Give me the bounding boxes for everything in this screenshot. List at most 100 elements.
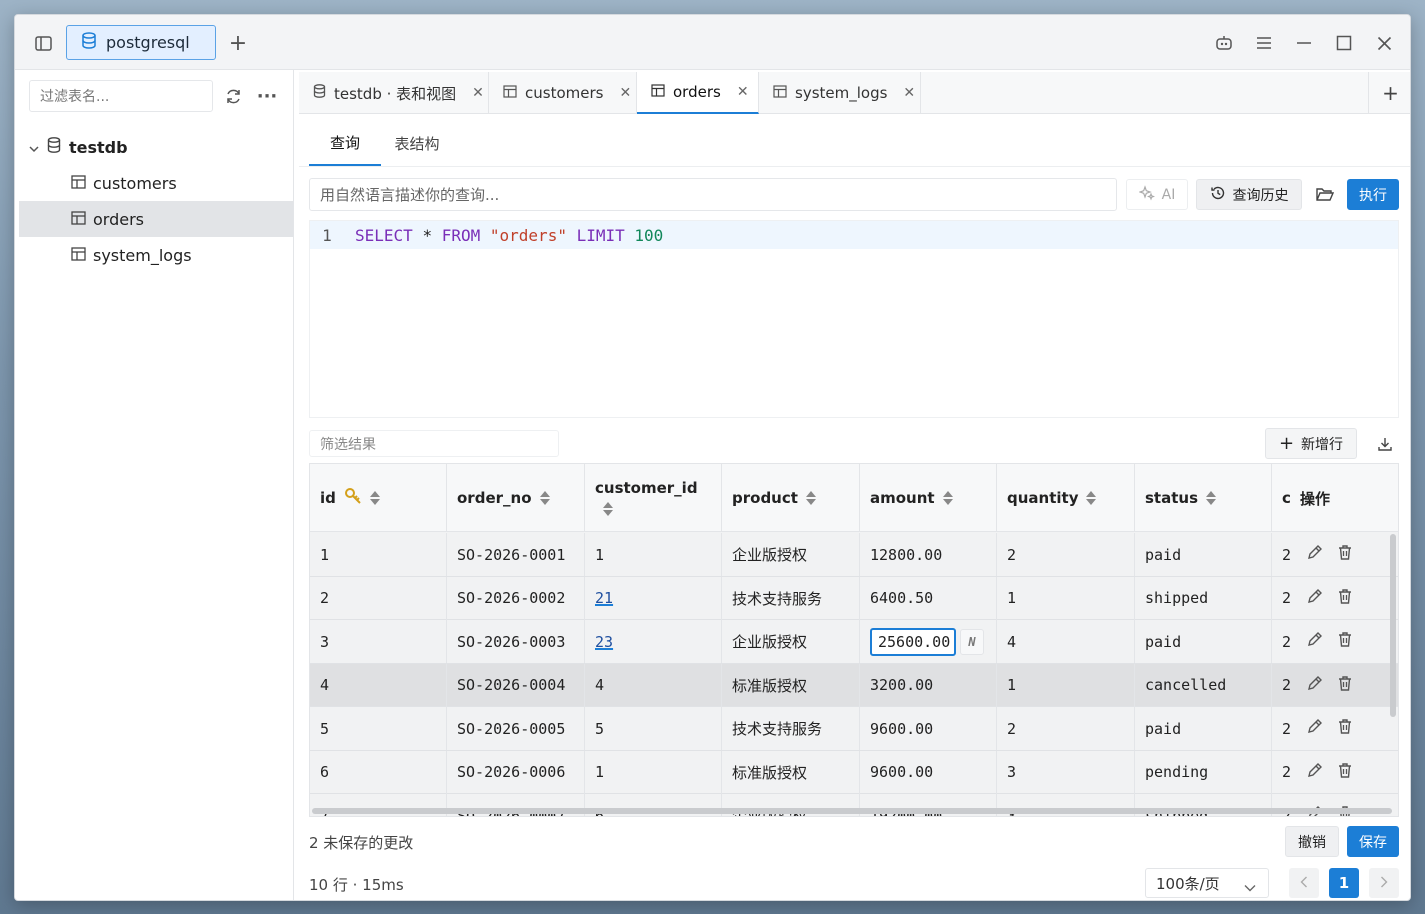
cell-product[interactable]: 企业版授权 [722, 533, 860, 576]
cell-amount[interactable]: 12800.00 [860, 533, 997, 576]
edit-icon[interactable] [1306, 631, 1323, 652]
cell-c[interactable]: 2 [1272, 533, 1290, 576]
sidebar-toggle-icon[interactable] [28, 28, 58, 58]
cell-product[interactable]: 企业版授权 [722, 620, 860, 663]
sort-icon[interactable] [1206, 490, 1216, 506]
cell-order-no[interactable]: SO-2026-0006 [447, 750, 585, 794]
close-tab-icon[interactable]: ✕ [619, 85, 631, 101]
tab-testdb-tables[interactable]: testdb · 表和视图 ✕ [299, 72, 489, 114]
trash-icon[interactable] [1337, 631, 1353, 652]
cell-product[interactable]: 技术支持服务 [722, 576, 860, 620]
sort-icon[interactable] [603, 501, 613, 517]
cell-quantity[interactable]: 4 [997, 620, 1135, 663]
trash-icon[interactable] [1337, 588, 1353, 609]
cell-c[interactable]: 2 [1272, 577, 1290, 620]
cell-id[interactable]: 6 [310, 750, 447, 794]
cell-c[interactable]: 2 [1272, 707, 1290, 750]
sort-icon[interactable] [369, 490, 380, 506]
cell-id[interactable]: 1 [310, 533, 447, 576]
cell-amount[interactable]: 9600.00 [860, 750, 997, 794]
set-null-button[interactable]: N [960, 628, 984, 655]
cell-product[interactable]: 标准版授权 [722, 663, 860, 707]
table-filter-input[interactable]: 过滤表名... [29, 80, 213, 112]
cell-status[interactable]: shipped [1135, 576, 1272, 620]
table-row[interactable]: 3SO-2026-000323企业版授权25600.00N4paid2 [310, 620, 1398, 664]
cell-quantity[interactable]: 1 [997, 663, 1135, 707]
sort-icon[interactable] [1086, 490, 1097, 506]
cell-order-no[interactable]: SO-2026-0003 [447, 620, 585, 663]
bot-icon[interactable] [1209, 28, 1239, 58]
trash-icon[interactable] [1337, 762, 1353, 783]
cell-status[interactable]: paid [1135, 707, 1272, 750]
cell-status[interactable]: paid [1135, 620, 1272, 663]
cell-customer-id[interactable]: 1 [585, 750, 722, 794]
column-header-quantity[interactable]: quantity [997, 464, 1135, 532]
page-size-select[interactable]: 100条/页 [1145, 868, 1269, 898]
cell-status[interactable]: pending [1135, 750, 1272, 794]
table-row[interactable]: 5SO-2026-00055技术支持服务9600.002paid2 [310, 707, 1398, 751]
subtab-structure[interactable]: 表结构 [381, 120, 453, 166]
trash-icon[interactable] [1337, 544, 1353, 565]
table-row[interactable]: 6SO-2026-00061标准版授权9600.003pending2 [310, 750, 1398, 794]
table-row[interactable]: 2SO-2026-000221技术支持服务6400.501shipped2 [310, 576, 1398, 620]
close-icon[interactable] [1369, 28, 1399, 58]
tree-table-system-logs[interactable]: system_logs [19, 237, 293, 273]
cell-amount[interactable]: 6400.50 [860, 576, 997, 620]
sql-editor[interactable]: 1 SELECT * FROM "orders" LIMIT 100 [309, 220, 1399, 418]
tab-system-logs[interactable]: system_logs ✕ [759, 72, 921, 114]
cell-quantity[interactable]: 2 [997, 533, 1135, 576]
edit-icon[interactable] [1306, 762, 1323, 783]
natural-language-query-input[interactable]: 用自然语言描述你的查询... [309, 178, 1117, 211]
tree-table-customers[interactable]: customers [19, 165, 293, 201]
close-tab-icon[interactable]: ✕ [472, 85, 484, 101]
refresh-icon[interactable] [218, 81, 248, 111]
execute-button[interactable]: 执行 [1347, 179, 1399, 210]
cell-order-no[interactable]: SO-2026-0005 [447, 707, 585, 750]
sort-icon[interactable] [942, 490, 953, 506]
minimize-icon[interactable] [1289, 28, 1319, 58]
trash-icon[interactable] [1337, 675, 1353, 696]
add-row-button[interactable]: + 新增行 [1265, 428, 1357, 459]
sort-icon[interactable] [539, 490, 550, 506]
next-page-button[interactable] [1369, 868, 1399, 898]
add-connection-button[interactable]: + [223, 28, 253, 58]
column-header-product[interactable]: product [722, 464, 860, 532]
query-history-button[interactable]: 查询历史 [1196, 179, 1302, 210]
vertical-scrollbar[interactable] [1390, 534, 1396, 717]
cell-id[interactable]: 3 [310, 620, 447, 663]
subtab-query[interactable]: 查询 [309, 120, 381, 166]
column-header-id[interactable]: id [310, 464, 447, 532]
cell-quantity[interactable]: 2 [997, 707, 1135, 750]
connection-tab[interactable]: postgresql [66, 25, 216, 60]
menu-icon[interactable] [1249, 28, 1279, 58]
tab-customers[interactable]: customers ✕ [489, 72, 637, 114]
cell-order-no[interactable]: SO-2026-0002 [447, 576, 585, 620]
folder-open-icon[interactable] [1310, 179, 1340, 210]
cell-edit-input[interactable]: 25600.00 [870, 627, 956, 656]
cell-id[interactable]: 5 [310, 707, 447, 750]
save-button[interactable]: 保存 [1347, 826, 1399, 857]
sort-icon[interactable] [805, 490, 816, 506]
column-header-amount[interactable]: amount [860, 464, 997, 532]
more-icon[interactable]: ··· [252, 81, 282, 111]
cell-id[interactable]: 4 [310, 663, 447, 707]
edit-icon[interactable] [1306, 718, 1323, 739]
cell-amount[interactable]: 25600.00 N [860, 620, 997, 663]
prev-page-button[interactable] [1289, 868, 1319, 898]
cell-product[interactable]: 技术支持服务 [722, 707, 860, 750]
cell-c[interactable]: 2 [1272, 664, 1290, 707]
result-filter-input[interactable]: 筛选结果 [309, 430, 559, 457]
close-tab-icon[interactable]: ✕ [737, 84, 749, 100]
cell-amount[interactable]: 9600.00 [860, 707, 997, 750]
cell-quantity[interactable]: 1 [997, 576, 1135, 620]
table-row[interactable]: 4SO-2026-00044标准版授权3200.001cancelled2 [310, 663, 1398, 707]
cell-quantity[interactable]: 3 [997, 750, 1135, 794]
horizontal-scrollbar[interactable] [312, 808, 1392, 814]
ai-button[interactable]: AI [1126, 179, 1188, 210]
maximize-icon[interactable] [1329, 28, 1359, 58]
column-header-status[interactable]: status [1135, 464, 1272, 532]
cell-id[interactable]: 2 [310, 576, 447, 620]
cell-customer-id[interactable]: 23 [585, 620, 722, 663]
cell-c[interactable]: 2 [1272, 620, 1290, 663]
tab-orders[interactable]: orders ✕ [637, 72, 759, 114]
